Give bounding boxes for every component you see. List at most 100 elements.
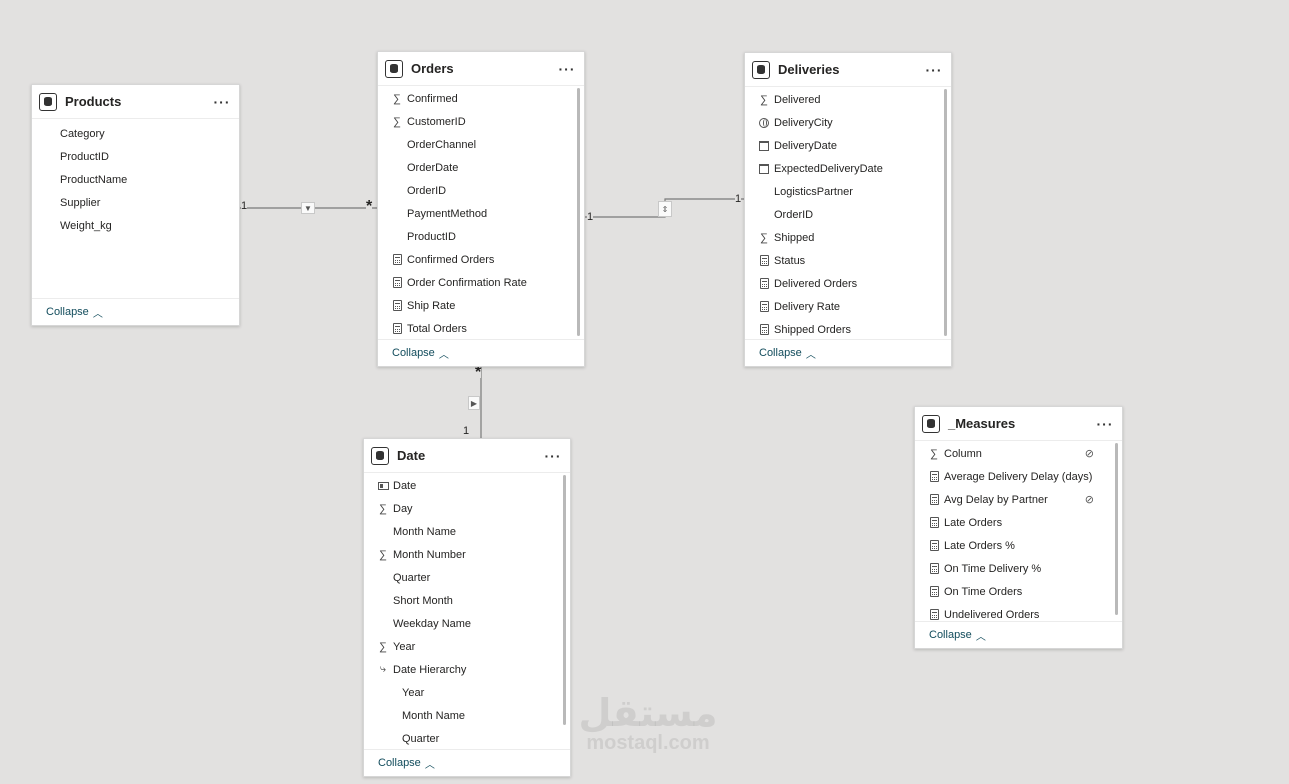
field-label: ExpectedDeliveryDate	[774, 162, 883, 175]
card-header[interactable]: Products ···	[32, 85, 239, 119]
more-options-button[interactable]: ···	[550, 61, 584, 77]
field-label: On Time Orders	[944, 585, 1023, 598]
field-list: ∑ Confirmed ∑ CustomerID OrderChannel OrderDa…	[378, 86, 584, 340]
collapse-button[interactable]: Collapse ︿	[915, 621, 1122, 648]
more-options-button[interactable]: ···	[205, 94, 239, 110]
field-row[interactable]: Status	[745, 249, 951, 272]
sigma-icon: ∑	[379, 640, 387, 653]
field-row[interactable]: ∑ CustomerID	[378, 110, 584, 133]
field-row[interactable]: ∑ Delivered	[745, 88, 951, 111]
scrollbar[interactable]	[1115, 443, 1118, 615]
field-row[interactable]: ∑ Shipped	[745, 226, 951, 249]
field-row[interactable]: Date	[364, 474, 570, 497]
model-canvas[interactable]: 1 ▼ * 1 ⇕ 1 * ▶ 1 Products ··· Category P…	[0, 0, 1289, 784]
field-label: OrderDate	[407, 161, 459, 174]
collapse-button[interactable]: Collapse ︿	[378, 339, 584, 366]
field-row[interactable]: Shipped Orders	[745, 318, 951, 341]
field-row[interactable]: Quarter	[364, 727, 570, 750]
filter-direction-icon[interactable]: ▶	[468, 396, 480, 410]
table-card-deliveries[interactable]: Deliveries ··· ∑ Delivered DeliveryCity Del…	[744, 52, 952, 367]
field-row[interactable]: Short Month	[364, 589, 570, 612]
field-row[interactable]: ⤷ Date Hierarchy	[364, 658, 570, 681]
field-row[interactable]: Month Name	[364, 520, 570, 543]
field-row[interactable]: ∑ Column ⊘	[915, 442, 1122, 465]
field-row[interactable]: ∑ Year	[364, 635, 570, 658]
field-label: Ship Rate	[407, 299, 456, 312]
collapse-button[interactable]: Collapse ︿	[745, 339, 951, 366]
field-row[interactable]: ∑ Confirmed	[378, 87, 584, 110]
field-label: Month Name	[393, 525, 456, 538]
field-label: OrderChannel	[407, 138, 477, 151]
field-row[interactable]: Delivery Rate	[745, 295, 951, 318]
field-row[interactable]: ProductID	[378, 225, 584, 248]
field-row[interactable]: ∑ Day	[364, 497, 570, 520]
field-row[interactable]: Quarter	[364, 566, 570, 589]
collapse-button[interactable]: Collapse ︿	[364, 749, 570, 776]
field-row[interactable]: DeliveryCity	[745, 111, 951, 134]
field-row[interactable]: OrderChannel	[378, 133, 584, 156]
scrollbar[interactable]	[563, 475, 566, 725]
rel-deliveries-one: 1	[735, 193, 742, 205]
field-label: LogisticsPartner	[774, 185, 853, 198]
filter-direction-icon[interactable]: ▼	[301, 202, 315, 214]
table-card-orders[interactable]: Orders ··· ∑ Confirmed ∑ CustomerID OrderCha…	[377, 51, 585, 367]
field-row[interactable]: OrderID	[378, 179, 584, 202]
card-header[interactable]: Date ···	[364, 439, 570, 473]
field-row[interactable]: Weekday Name	[364, 612, 570, 635]
field-row[interactable]: Month Name	[364, 704, 570, 727]
field-row[interactable]: DeliveryDate	[745, 134, 951, 157]
field-row[interactable]: ExpectedDeliveryDate	[745, 157, 951, 180]
field-row[interactable]: Avg Delay by Partner ⊘	[915, 488, 1122, 511]
id-card-icon	[375, 481, 391, 490]
field-list: Category ProductID ProductName Supplier Weig…	[32, 119, 239, 237]
calendar-icon	[756, 163, 772, 174]
field-row[interactable]: OrderID	[745, 203, 951, 226]
field-label: OrderID	[407, 184, 447, 197]
field-label: Delivered	[774, 93, 821, 106]
bidirectional-filter-icon[interactable]: ⇕	[658, 201, 672, 217]
eye-hidden-icon[interactable]: ⊘	[1085, 447, 1094, 460]
field-row[interactable]: OrderDate	[378, 156, 584, 179]
calculator-icon	[926, 609, 942, 620]
more-options-button[interactable]: ···	[536, 448, 570, 464]
field-row[interactable]: Late Orders %	[915, 534, 1122, 557]
table-card-measures[interactable]: _Measures ··· ∑ Column ⊘ Average Delivery D…	[914, 406, 1123, 649]
calculator-icon	[926, 494, 942, 505]
table-card-products[interactable]: Products ··· Category ProductID ProductNam…	[31, 84, 240, 326]
table-card-date[interactable]: Date ··· Date ∑ Day Month Name ∑ Month Number…	[363, 438, 571, 777]
card-header[interactable]: Deliveries ···	[745, 53, 951, 87]
field-label: Weekday Name	[393, 617, 472, 630]
field-row[interactable]: Year	[364, 681, 570, 704]
scrollbar[interactable]	[577, 88, 580, 336]
field-row[interactable]: On Time Delivery %	[915, 557, 1122, 580]
calculator-icon	[389, 254, 405, 265]
table-icon	[39, 92, 57, 111]
card-header[interactable]: _Measures ···	[915, 407, 1122, 441]
more-options-button[interactable]: ···	[917, 62, 951, 78]
chevron-up-icon: ︿	[805, 349, 816, 361]
scrollbar[interactable]	[944, 89, 947, 336]
field-row[interactable]: Category	[49, 122, 239, 145]
field-row[interactable]: ProductID	[49, 145, 239, 168]
field-row[interactable]: Order Confirmation Rate	[378, 271, 584, 294]
card-header[interactable]: Orders ···	[378, 52, 584, 86]
more-options-button[interactable]: ···	[1088, 416, 1122, 432]
collapse-button[interactable]: Collapse ︿	[32, 298, 239, 325]
field-row[interactable]: On Time Orders	[915, 580, 1122, 603]
field-label: Delivered Orders	[774, 277, 858, 290]
eye-hidden-icon[interactable]: ⊘	[1085, 493, 1094, 506]
field-row[interactable]: Confirmed Orders	[378, 248, 584, 271]
field-row[interactable]: ProductName	[49, 168, 239, 191]
calculator-icon	[756, 324, 772, 335]
field-row[interactable]: Supplier	[49, 191, 239, 214]
field-row[interactable]: Weight_kg	[49, 214, 239, 237]
field-row[interactable]: Late Orders	[915, 511, 1122, 534]
field-row[interactable]: ∑ Month Number	[364, 543, 570, 566]
field-row[interactable]: Total Orders	[378, 317, 584, 340]
field-row[interactable]: PaymentMethod	[378, 202, 584, 225]
field-row[interactable]: Average Delivery Delay (days)	[915, 465, 1122, 488]
field-row[interactable]: LogisticsPartner	[745, 180, 951, 203]
field-row[interactable]: Ship Rate	[378, 294, 584, 317]
field-label: Date Hierarchy	[393, 663, 467, 676]
field-row[interactable]: Delivered Orders	[745, 272, 951, 295]
